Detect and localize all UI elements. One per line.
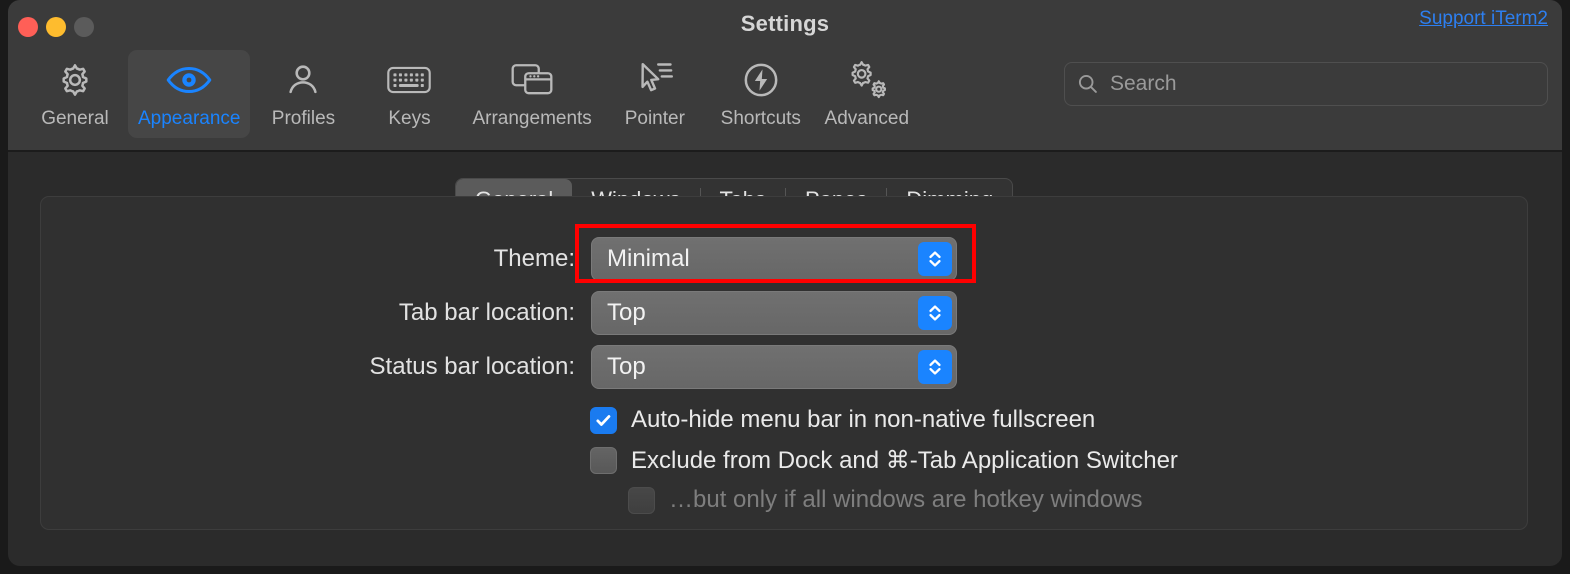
toolbar-tab-label: General	[41, 108, 109, 130]
toolbar-tab-shortcuts[interactable]: Shortcuts	[708, 50, 814, 138]
status-bar-location-label: Status bar location:	[370, 353, 575, 381]
exclude-from-dock-label: Exclude from Dock and ⌘-Tab Application …	[631, 446, 1178, 475]
status-bar-location-popup-button[interactable]: Top	[591, 345, 957, 389]
checkbox-unchecked-icon[interactable]	[590, 447, 617, 474]
keyboard-icon	[386, 59, 432, 101]
support-iterm2-link[interactable]: Support iTerm2	[1419, 8, 1548, 30]
tab-bar-location-row: Tab bar location: Top	[41, 291, 957, 335]
eye-icon	[165, 59, 213, 101]
search-field[interactable]: Search	[1064, 62, 1548, 106]
toolbar-tab-label: Arrangements	[472, 108, 591, 130]
toolbar-tab-label: Pointer	[625, 108, 685, 130]
toolbar-tab-list: General Appearance	[22, 50, 920, 138]
chevron-up-down-icon	[918, 350, 952, 384]
settings-panel: Theme: Minimal Tab bar location: Top	[40, 196, 1528, 530]
gear-icon	[55, 59, 95, 101]
chevron-up-down-icon	[918, 242, 952, 276]
toolbar-tab-appearance[interactable]: Appearance	[128, 50, 250, 138]
toolbar-tab-label: Advanced	[825, 108, 910, 130]
theme-value: Minimal	[592, 245, 690, 273]
auto-hide-menu-bar-checkbox-row[interactable]: Auto-hide menu bar in non-native fullscr…	[590, 406, 1095, 434]
chevron-up-down-icon	[918, 296, 952, 330]
theme-popup-button[interactable]: Minimal	[591, 237, 957, 281]
hotkey-windows-only-label: …but only if all windows are hotkey wind…	[669, 486, 1143, 514]
tab-bar-location-label: Tab bar location:	[399, 299, 575, 327]
toolbar-tab-pointer[interactable]: Pointer	[602, 50, 708, 138]
exclude-from-dock-checkbox-row[interactable]: Exclude from Dock and ⌘-Tab Application …	[590, 446, 1178, 475]
status-bar-location-value: Top	[592, 353, 646, 381]
checkbox-checked-icon[interactable]	[590, 407, 617, 434]
toolbar-tab-profiles[interactable]: Profiles	[250, 50, 356, 138]
status-bar-location-row: Status bar location: Top	[41, 345, 957, 389]
tab-bar-location-popup-button[interactable]: Top	[591, 291, 957, 335]
hotkey-windows-only-checkbox-row: …but only if all windows are hotkey wind…	[628, 486, 1143, 514]
checkbox-unchecked-disabled-icon	[628, 487, 655, 514]
windows-stack-icon	[509, 59, 555, 101]
cursor-arrow-icon	[634, 59, 676, 101]
settings-window: Settings Support iTerm2 General	[8, 0, 1562, 566]
theme-label: Theme:	[494, 245, 575, 273]
toolbar-tab-label: Shortcuts	[721, 108, 801, 130]
person-icon	[284, 59, 322, 101]
toolbar-tab-label: Keys	[388, 108, 430, 130]
bolt-circle-icon	[741, 59, 781, 101]
search-input-placeholder[interactable]: Search	[1110, 72, 1177, 96]
theme-row: Theme: Minimal	[41, 237, 957, 281]
toolbar-tab-label: Profiles	[272, 108, 335, 130]
toolbar-tab-advanced[interactable]: Advanced	[814, 50, 920, 138]
toolbar-tab-keys[interactable]: Keys	[356, 50, 462, 138]
double-gear-icon	[845, 59, 889, 101]
toolbar-tab-general[interactable]: General	[22, 50, 128, 138]
search-icon	[1077, 73, 1099, 95]
toolbar: Settings Support iTerm2 General	[8, 0, 1562, 152]
auto-hide-menu-bar-label: Auto-hide menu bar in non-native fullscr…	[631, 406, 1095, 434]
toolbar-tab-arrangements[interactable]: Arrangements	[462, 50, 601, 138]
toolbar-tab-label: Appearance	[138, 108, 240, 130]
window-title: Settings	[8, 11, 1562, 37]
tab-bar-location-value: Top	[592, 299, 646, 327]
